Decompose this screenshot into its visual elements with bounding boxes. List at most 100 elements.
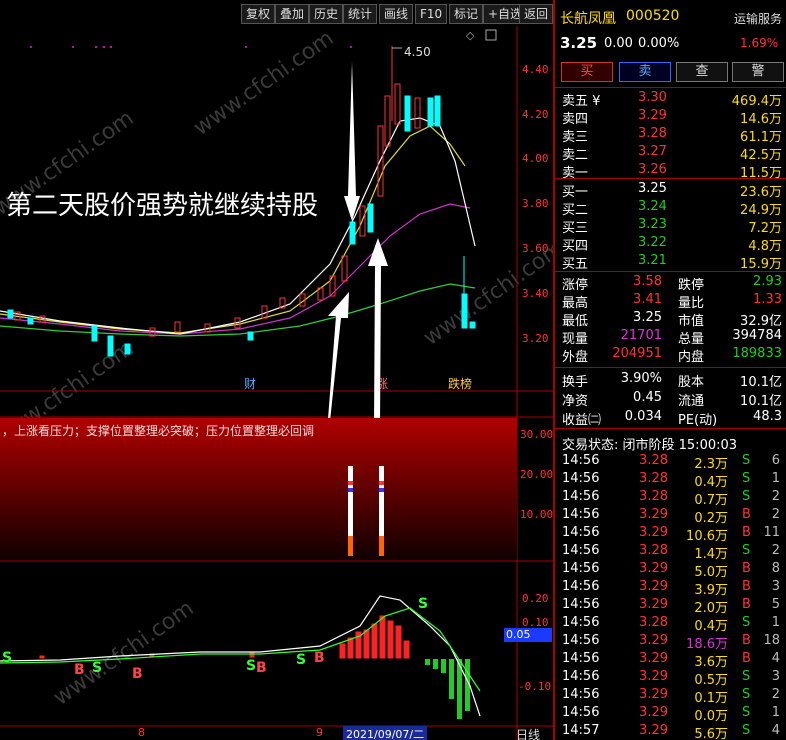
tick-count: 1 bbox=[771, 615, 780, 630]
bid-price: 3.25 bbox=[638, 181, 667, 196]
tick-price: 3.28 bbox=[639, 453, 668, 468]
stat-value: 204951 bbox=[612, 346, 662, 361]
ask-row[interactable]: 卖五 ¥ 3.30 469.4万 bbox=[560, 90, 784, 109]
tick-side: S bbox=[742, 705, 751, 720]
bid-row[interactable]: 买二 3.24 24.9万 bbox=[560, 199, 784, 218]
f10-button[interactable]: F10 bbox=[415, 4, 448, 24]
watermark-2: www.cfchi.com bbox=[189, 26, 338, 141]
tick-price: 3.29 bbox=[639, 597, 668, 612]
stat-value: 1.33 bbox=[753, 292, 782, 307]
svg-text:S: S bbox=[246, 658, 256, 674]
stat-value: 3.41 bbox=[633, 292, 662, 307]
stat-label: 流通 bbox=[678, 394, 705, 409]
stat-label: 最高 bbox=[562, 296, 589, 311]
rocket-icon-1 bbox=[348, 466, 353, 556]
tick-price: 3.29 bbox=[639, 723, 668, 738]
tick-time: 14:56 bbox=[562, 471, 600, 486]
ask-volume: 61.1万 bbox=[740, 130, 782, 145]
tick-time: 14:56 bbox=[562, 597, 600, 612]
fuquan-button[interactable]: 复权 bbox=[241, 4, 276, 24]
date-mark: 9 bbox=[316, 726, 323, 739]
tick-price: 3.29 bbox=[639, 633, 668, 648]
stat-label: PE(动) bbox=[678, 413, 718, 428]
y-tick: 4.00 bbox=[522, 152, 549, 165]
chart-area[interactable]: www.cfchi.com www.cfchi.com www.cfchi.co… bbox=[0, 26, 553, 740]
stat-value: 48.3 bbox=[753, 409, 782, 424]
bid-row[interactable]: 买四 3.22 4.8万 bbox=[560, 235, 784, 254]
ask-row[interactable]: 卖四 3.29 14.6万 bbox=[560, 108, 784, 127]
tick-volume: 0.1万 bbox=[694, 691, 728, 706]
mark-button[interactable]: 标记 bbox=[449, 4, 484, 24]
svg-text:B: B bbox=[74, 662, 85, 678]
tick-count: 4 bbox=[771, 651, 780, 666]
tick-count: 8 bbox=[771, 561, 780, 576]
tick-side: S bbox=[742, 489, 751, 504]
tick-price: 3.29 bbox=[639, 561, 668, 576]
svg-text:S: S bbox=[92, 660, 102, 676]
annotation-text: 第二天股价强势就继续持股 bbox=[6, 191, 319, 221]
stat-label: 净资 bbox=[562, 394, 589, 409]
last-price: 3.25 bbox=[560, 34, 598, 52]
bid-price: 3.24 bbox=[638, 199, 667, 214]
tick-price: 3.28 bbox=[639, 543, 668, 558]
back-button[interactable]: 返回 bbox=[519, 4, 553, 24]
ask-row[interactable]: 卖二 3.27 42.5万 bbox=[560, 144, 784, 163]
tick-time: 14:56 bbox=[562, 507, 600, 522]
tick-count: 18 bbox=[763, 633, 780, 648]
trade-tick-row: 14:56 3.29 5.0万 B 8 bbox=[560, 561, 784, 580]
tick-side: S bbox=[742, 687, 751, 702]
tick-time: 14:56 bbox=[562, 543, 600, 558]
tick-time: 14:56 bbox=[562, 561, 600, 576]
bid-row[interactable]: 买五 3.21 15.9万 bbox=[560, 253, 784, 272]
ask-volume: 14.6万 bbox=[740, 112, 782, 127]
tick-volume: 0.4万 bbox=[694, 619, 728, 634]
draw-line-button[interactable]: 画线 bbox=[379, 4, 414, 24]
stat-label: 股本 bbox=[678, 375, 705, 390]
overlay-button[interactable]: 叠加 bbox=[275, 4, 310, 24]
tick-volume: 0.5万 bbox=[694, 673, 728, 688]
stats2-row: 净资 0.45 流通 10.1亿 bbox=[560, 390, 784, 409]
stats-row: 最高 3.41 量比 1.33 bbox=[560, 292, 784, 311]
stat-label: 外盘 bbox=[562, 350, 589, 365]
bid-row[interactable]: 买三 3.23 7.2万 bbox=[560, 217, 784, 236]
tick-time: 14:56 bbox=[562, 669, 600, 684]
bid-label: 买二 bbox=[562, 203, 589, 218]
ask-label: 卖二 bbox=[562, 148, 589, 163]
trade-tick-row: 14:56 3.29 0.0万 S 1 bbox=[560, 705, 784, 724]
stat-value: 32.9亿 bbox=[740, 314, 782, 329]
rank-marker: 跌榜 bbox=[448, 376, 472, 391]
tick-time: 14:56 bbox=[562, 453, 600, 468]
tick-count: 3 bbox=[771, 579, 780, 594]
trade-tick-row: 14:56 3.29 3.9万 B 3 bbox=[560, 579, 784, 598]
bid-row[interactable]: 买一 3.25 23.6万 bbox=[560, 181, 784, 200]
tick-side: B bbox=[742, 633, 751, 648]
tick-count: 2 bbox=[771, 507, 780, 522]
bid-price: 3.23 bbox=[638, 217, 667, 232]
stat-label: 换手 bbox=[562, 375, 589, 390]
tick-volume: 10.6万 bbox=[686, 529, 728, 544]
industry-label[interactable]: 运输服务 bbox=[734, 10, 782, 27]
stats-button[interactable]: 统计 bbox=[343, 4, 378, 24]
indicator-y-tick: 10.00 bbox=[520, 508, 554, 521]
tick-price: 3.29 bbox=[639, 525, 668, 540]
tick-volume: 3.9万 bbox=[694, 583, 728, 598]
query-button[interactable]: 查 bbox=[676, 62, 728, 82]
ask-row[interactable]: 卖三 3.28 61.1万 bbox=[560, 126, 784, 145]
stat-value: 3.90% bbox=[620, 371, 662, 386]
history-button[interactable]: 历史 bbox=[309, 4, 344, 24]
rocket-icon-2 bbox=[379, 466, 384, 556]
svg-text:B: B bbox=[314, 650, 325, 666]
arrow-up-icon-2 bbox=[368, 238, 388, 426]
buy-button[interactable]: 买 bbox=[561, 62, 613, 82]
tick-side: B bbox=[742, 597, 751, 612]
svg-text:S: S bbox=[418, 596, 428, 612]
bid-volume: 15.9万 bbox=[740, 257, 782, 272]
period-selector[interactable]: 日线 bbox=[516, 726, 540, 740]
trade-tick-row: 14:56 3.28 0.4万 S 1 bbox=[560, 471, 784, 490]
sell-button[interactable]: 卖 bbox=[619, 62, 671, 82]
macd-y-tick: -0.10 bbox=[518, 680, 552, 693]
trade-tick-row: 14:56 3.29 18.6万 B 18 bbox=[560, 633, 784, 652]
tick-price: 3.29 bbox=[639, 669, 668, 684]
stat-label: 收益㈡ bbox=[562, 413, 602, 428]
alert-button[interactable]: 警 bbox=[732, 62, 784, 82]
